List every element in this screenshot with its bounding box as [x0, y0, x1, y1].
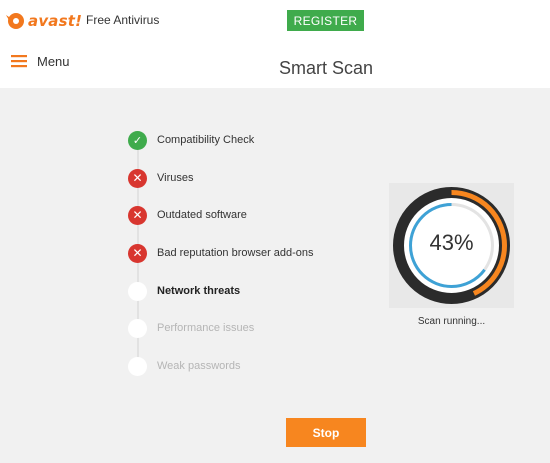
top-bar: avast! Free Antivirus REGISTER Menu Smar… [0, 0, 550, 88]
register-button[interactable]: REGISTER [287, 10, 364, 31]
step-label: Bad reputation browser add-ons [157, 247, 314, 259]
step-performance-issues: Performance issues [128, 318, 254, 338]
scan-steps-list: ✓ Compatibility Check ✕ Viruses ✕ Outdat… [128, 130, 368, 380]
step-label: Network threats [157, 285, 241, 297]
check-icon: ✓ [128, 130, 147, 150]
step-label: Performance issues [157, 322, 255, 334]
step-label: Weak passwords [157, 360, 241, 372]
avast-logo: avast! [4, 8, 82, 34]
avast-logo-icon [6, 13, 24, 29]
step-weak-passwords: Weak passwords [128, 356, 241, 376]
step-label: Compatibility Check [157, 134, 255, 146]
x-icon: ✕ [128, 205, 147, 225]
step-network-threats: Network threats [128, 281, 240, 301]
x-icon: ✕ [128, 243, 147, 263]
empty-circle-icon [128, 356, 147, 376]
step-browser-addons: ✕ Bad reputation browser add-ons [128, 243, 314, 263]
step-label: Outdated software [157, 209, 247, 221]
x-icon: ✕ [128, 168, 147, 188]
scan-status-text: Scan running... [417, 316, 486, 327]
empty-circle-icon [128, 318, 147, 338]
step-viruses: ✕ Viruses [128, 168, 193, 188]
step-label: Viruses [157, 172, 194, 184]
page-title: Smart Scan [278, 58, 374, 78]
step-outdated-software: ✕ Outdated software [128, 205, 247, 225]
stop-button[interactable]: Stop [286, 418, 366, 447]
product-name: Free Antivirus [86, 13, 160, 27]
brand-name: avast! [28, 12, 83, 30]
progress-percent: 43% [429, 230, 474, 255]
empty-circle-icon [128, 281, 147, 301]
step-compatibility-check: ✓ Compatibility Check [128, 130, 254, 150]
